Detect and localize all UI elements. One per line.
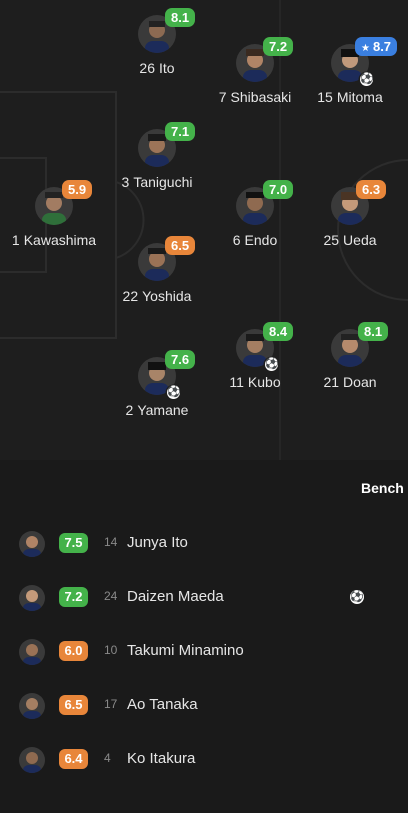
player-endo[interactable]: 7.0 6 Endo — [233, 180, 294, 248]
bench-player-number: 17 — [104, 697, 118, 711]
player-taniguchi[interactable]: 7.1 3 Taniguchi — [122, 122, 196, 190]
soccer-ball-icon: ⚽ — [360, 73, 374, 86]
player-kawashima[interactable]: 5.9 1 Kawashima — [12, 180, 96, 248]
player-mitoma[interactable]: ★ 8.7 ⚽ 15 Mitoma — [317, 37, 398, 105]
player-rating: 7.6 — [165, 350, 196, 369]
bench-player-name: Daizen Maeda — [127, 588, 224, 605]
bench-player-number: 24 — [104, 589, 118, 603]
player-rating: 6.5 — [165, 236, 196, 255]
bench-player-name: Junya Ito — [127, 534, 188, 551]
player-doan[interactable]: 8.1 21 Doan — [323, 322, 389, 390]
player-label: 6 Endo — [232, 232, 278, 248]
soccer-ball-icon: ⚽ — [265, 358, 279, 371]
player-label: 3 Taniguchi — [121, 174, 193, 190]
bench-player-row[interactable]: 6.4 4 Ko Itakura — [0, 747, 408, 813]
player-rating: 8.1 — [165, 8, 196, 27]
bench-player-number: 10 — [104, 643, 118, 657]
player-ito[interactable]: 8.1 26 Ito — [138, 8, 196, 76]
player-avatar — [19, 585, 45, 611]
player-shibasaki[interactable]: 7.2 7 Shibasaki — [219, 37, 294, 105]
player-rating: 6.3 — [356, 180, 387, 199]
player-ueda[interactable]: 6.3 25 Ueda — [323, 180, 387, 248]
player-label: 25 Ueda — [323, 232, 377, 248]
star-icon: ★ — [361, 43, 370, 54]
bench-player-number: 14 — [104, 535, 118, 549]
player-label: 1 Kawashima — [11, 232, 97, 248]
player-rating: 7.2 — [263, 37, 294, 56]
bench-title: Bench — [361, 480, 404, 496]
player-label: 22 Yoshida — [122, 288, 192, 304]
player-label: 26 Ito — [139, 60, 175, 76]
bench-player-rating: 7.5 — [59, 533, 88, 553]
player-rating: ★ 8.7 — [355, 37, 398, 56]
player-label: 2 Yamane — [125, 402, 189, 418]
soccer-ball-icon: ⚽ — [350, 590, 364, 604]
player-yamane[interactable]: 7.6 ⚽ 2 Yamane — [126, 350, 196, 418]
bench-player-name: Ao Tanaka — [127, 696, 198, 713]
player-rating: 5.9 — [62, 180, 93, 199]
player-label: 15 Mitoma — [317, 89, 383, 105]
player-rating: 8.4 — [263, 322, 294, 341]
player-rating: 8.1 — [358, 322, 389, 341]
soccer-ball-icon: ⚽ — [167, 386, 181, 399]
bench-player-name: Ko Itakura — [127, 750, 196, 767]
player-avatar — [19, 747, 45, 773]
bench-player-rating: 7.2 — [59, 587, 88, 607]
player-avatar — [19, 531, 45, 557]
player-rating: 7.0 — [263, 180, 294, 199]
bench-player-rating: 6.4 — [59, 749, 88, 769]
player-rating: 7.1 — [165, 122, 196, 141]
player-avatar — [19, 693, 45, 719]
bench-player-number: 4 — [104, 751, 111, 765]
player-label: 7 Shibasaki — [218, 89, 292, 105]
bench-player-rating: 6.5 — [59, 695, 88, 715]
player-kubo[interactable]: 8.4 ⚽ 11 Kubo — [229, 322, 294, 390]
player-label: 11 Kubo — [229, 374, 281, 390]
pitch: 8.1 26 Ito 7.2 7 Shibasaki ★ 8.7 ⚽ 15 Mitoma… — [0, 0, 408, 460]
player-avatar — [19, 639, 45, 665]
player-label: 21 Doan — [323, 374, 377, 390]
player-yoshida[interactable]: 6.5 22 Yoshida — [123, 236, 196, 304]
bench-player-name: Takumi Minamino — [127, 642, 244, 659]
bench-player-rating: 6.0 — [59, 641, 88, 661]
